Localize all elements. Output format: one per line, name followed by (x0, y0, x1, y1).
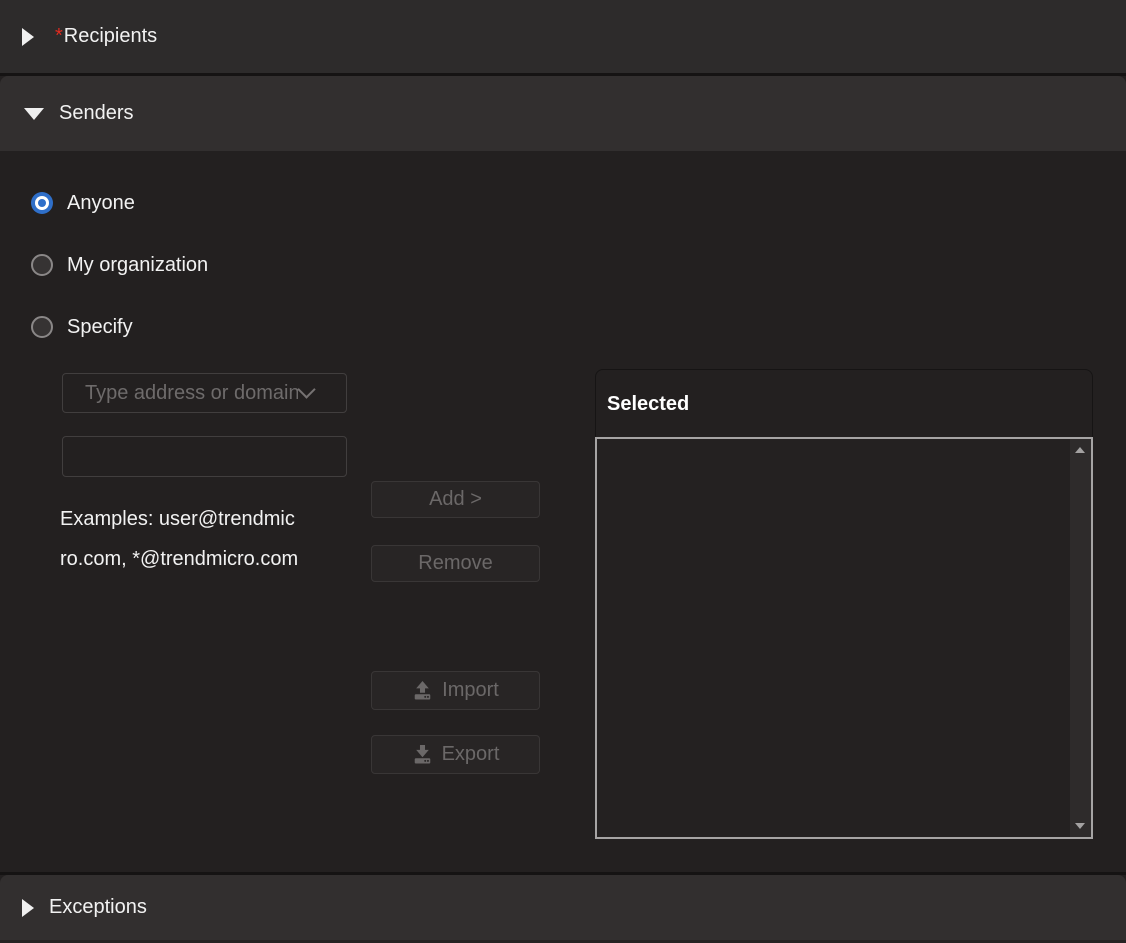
examples-line: ro.com, *@trendmicro.com (60, 539, 360, 579)
add-button[interactable]: Add > (371, 481, 540, 518)
radio-dot (38, 199, 46, 207)
radio-option-anyone[interactable]: Anyone (31, 190, 135, 216)
radio-selected-icon[interactable] (31, 192, 53, 214)
address-input[interactable] (62, 436, 347, 477)
scroll-up-icon[interactable] (1075, 447, 1085, 453)
radio-option-specify[interactable]: Specify (31, 314, 133, 340)
selected-list-title: Selected (607, 393, 689, 416)
section-header-senders[interactable]: Senders (0, 76, 1126, 151)
section-header-recipients[interactable]: * Recipients (0, 0, 1126, 73)
import-label: Import (442, 679, 499, 702)
import-button[interactable]: Import (371, 671, 540, 710)
export-button[interactable]: Export (371, 735, 540, 774)
radio-unselected-icon[interactable] (31, 316, 53, 338)
examples-line: Examples: user@trendmic (60, 499, 360, 539)
radio-unselected-icon[interactable] (31, 254, 53, 276)
address-type-dropdown[interactable]: Type address or domain (62, 373, 347, 413)
upload-icon (412, 680, 433, 701)
radio-inner-ring (35, 196, 49, 210)
scrollbar[interactable] (1070, 439, 1091, 837)
scroll-down-icon[interactable] (1075, 823, 1085, 829)
caret-down-icon[interactable] (24, 108, 44, 120)
chevron-down-icon[interactable] (297, 380, 315, 398)
dropdown-selected-value: Type address or domain (85, 382, 298, 405)
remove-button[interactable]: Remove (371, 545, 540, 582)
section-title: Recipients (64, 25, 157, 48)
radio-option-my-organization[interactable]: My organization (31, 252, 208, 278)
radio-label: My organization (67, 254, 208, 277)
required-marker: * (55, 25, 63, 48)
section-title: Senders (59, 102, 134, 125)
caret-right-icon[interactable] (22, 28, 34, 46)
selected-listbox[interactable] (595, 437, 1093, 839)
caret-right-icon[interactable] (22, 899, 34, 917)
radio-label: Anyone (67, 192, 135, 215)
section-title: Exceptions (49, 896, 147, 919)
export-label: Export (442, 743, 500, 766)
radio-label: Specify (67, 316, 133, 339)
download-icon (412, 744, 433, 765)
section-header-exceptions[interactable]: Exceptions (0, 875, 1126, 940)
examples-text: Examples: user@trendmic ro.com, *@trendm… (60, 499, 360, 579)
